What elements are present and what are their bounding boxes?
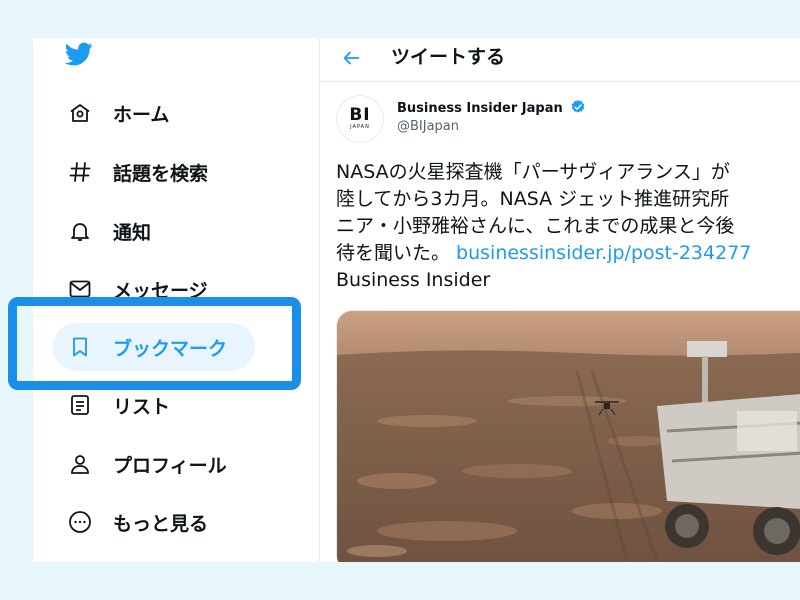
sidebar-item-label: ホーム: [113, 103, 170, 126]
tweet-text-line: ニア・小野雅裕さんに、これまでの成果と今後: [336, 215, 735, 237]
back-arrow-icon[interactable]: [340, 47, 362, 69]
tweet-source: Business Insider: [336, 269, 491, 291]
tweet-image[interactable]: [336, 310, 800, 562]
page-title: ツイートする: [391, 46, 506, 68]
tweet-text-line: 待を聞いた。: [336, 242, 457, 264]
tweet-text-line: NASAの火星探査機「パーサヴィアランス」が: [336, 161, 730, 183]
more-icon: [67, 509, 93, 535]
author-name[interactable]: Business Insider Japan: [397, 99, 586, 116]
tweet-text-line-with-link: 待を聞いた。 businessinsider.jp/post-234277: [336, 240, 800, 267]
hashtag-icon: [67, 159, 93, 185]
avatar-logo-subtext: JAPAN: [350, 124, 370, 130]
highlight-box: [8, 297, 301, 390]
sidebar-item-profile[interactable]: プロフィール: [53, 440, 255, 488]
person-icon: [67, 451, 93, 477]
mars-landscape-image: [337, 311, 800, 562]
avatar[interactable]: BI JAPAN: [336, 95, 384, 143]
sidebar-item-explore[interactable]: 話題を検索: [53, 148, 236, 196]
sidebar-item-notifications[interactable]: 通知: [53, 207, 179, 255]
sidebar-item-label: 通知: [113, 221, 152, 244]
list-icon: [67, 392, 93, 418]
sidebar-item-label: もっと見る: [113, 512, 209, 535]
tweet-text-line: 陸してから3カ月。NASA ジェット推進研究所: [336, 188, 730, 210]
author-name-text: Business Insider Japan: [397, 101, 563, 116]
avatar-logo-text: BI: [349, 105, 371, 125]
sidebar-item-more[interactable]: もっと見る: [53, 498, 236, 546]
tweet-link[interactable]: businessinsider.jp/post-234277: [456, 242, 751, 264]
tweet-detail-column: ツイートする BI JAPAN Business Insider Japan @…: [320, 38, 800, 562]
tweet-body: NASAの火星探査機「パーサヴィアランス」が 陸してから3カ月。NASA ジェッ…: [336, 159, 800, 294]
tweet-header: ツイートする: [320, 38, 800, 82]
twitter-logo-icon[interactable]: [63, 40, 95, 68]
bell-icon: [67, 218, 93, 244]
sidebar-item-label: リスト: [113, 395, 171, 418]
verified-badge-icon: [571, 100, 585, 113]
sidebar-item-home[interactable]: ホーム: [53, 89, 197, 137]
author-handle[interactable]: @BIJapan: [397, 119, 459, 134]
sidebar-item-label: プロフィール: [113, 454, 227, 477]
sidebar-item-label: 話題を検索: [113, 162, 209, 185]
home-icon: [67, 100, 93, 126]
